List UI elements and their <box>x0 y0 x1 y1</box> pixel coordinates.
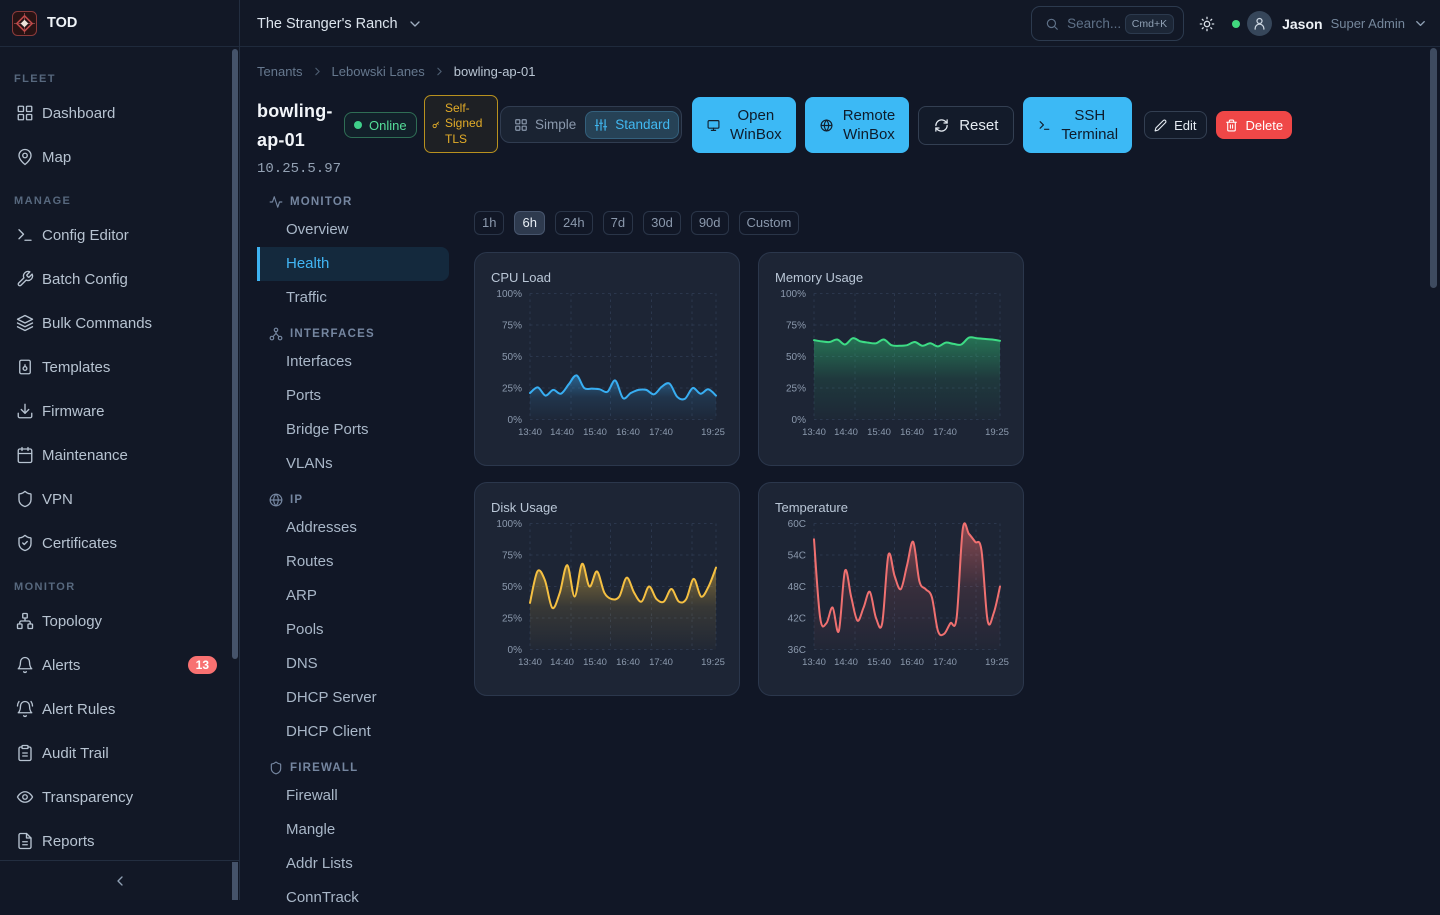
svg-text:75%: 75% <box>502 321 522 332</box>
svg-text:100%: 100% <box>496 289 522 300</box>
svg-text:Temperature: Temperature <box>775 500 848 515</box>
svg-text:19:25: 19:25 <box>985 427 1009 438</box>
svg-text:15:40: 15:40 <box>867 657 891 668</box>
svg-text:60C: 60C <box>788 519 806 530</box>
svg-text:13:40: 13:40 <box>518 657 542 668</box>
svg-text:75%: 75% <box>502 551 522 562</box>
svg-text:Disk Usage: Disk Usage <box>491 500 557 515</box>
svg-text:25%: 25% <box>786 384 806 395</box>
svg-text:17:40: 17:40 <box>649 427 673 438</box>
svg-text:14:40: 14:40 <box>550 427 574 438</box>
svg-text:17:40: 17:40 <box>649 657 673 668</box>
svg-text:25%: 25% <box>502 614 522 625</box>
svg-text:13:40: 13:40 <box>802 427 826 438</box>
svg-text:0%: 0% <box>508 415 523 426</box>
svg-text:Memory Usage: Memory Usage <box>775 270 863 285</box>
svg-text:17:40: 17:40 <box>933 657 957 668</box>
svg-text:CPU Load: CPU Load <box>491 270 551 285</box>
svg-text:19:25: 19:25 <box>701 657 725 668</box>
svg-text:25%: 25% <box>502 384 522 395</box>
svg-text:50%: 50% <box>502 582 522 593</box>
svg-text:36C: 36C <box>788 645 806 656</box>
svg-text:0%: 0% <box>508 645 523 656</box>
svg-text:100%: 100% <box>496 519 522 530</box>
svg-text:42C: 42C <box>788 614 806 625</box>
svg-text:15:40: 15:40 <box>583 657 607 668</box>
svg-text:100%: 100% <box>780 289 806 300</box>
svg-text:0%: 0% <box>792 415 807 426</box>
svg-text:50%: 50% <box>786 352 806 363</box>
svg-text:15:40: 15:40 <box>867 427 891 438</box>
svg-text:75%: 75% <box>786 321 806 332</box>
svg-text:19:25: 19:25 <box>985 657 1009 668</box>
svg-text:15:40: 15:40 <box>583 427 607 438</box>
svg-text:54C: 54C <box>788 551 806 562</box>
svg-text:16:40: 16:40 <box>616 657 640 668</box>
svg-text:16:40: 16:40 <box>900 427 924 438</box>
svg-text:16:40: 16:40 <box>900 657 924 668</box>
svg-text:14:40: 14:40 <box>550 657 574 668</box>
svg-text:50%: 50% <box>502 352 522 363</box>
svg-text:48C: 48C <box>788 582 806 593</box>
svg-text:14:40: 14:40 <box>834 657 858 668</box>
svg-text:16:40: 16:40 <box>616 427 640 438</box>
svg-text:19:25: 19:25 <box>701 427 725 438</box>
svg-text:13:40: 13:40 <box>518 427 542 438</box>
svg-text:17:40: 17:40 <box>933 427 957 438</box>
svg-text:13:40: 13:40 <box>802 657 826 668</box>
svg-text:14:40: 14:40 <box>834 427 858 438</box>
